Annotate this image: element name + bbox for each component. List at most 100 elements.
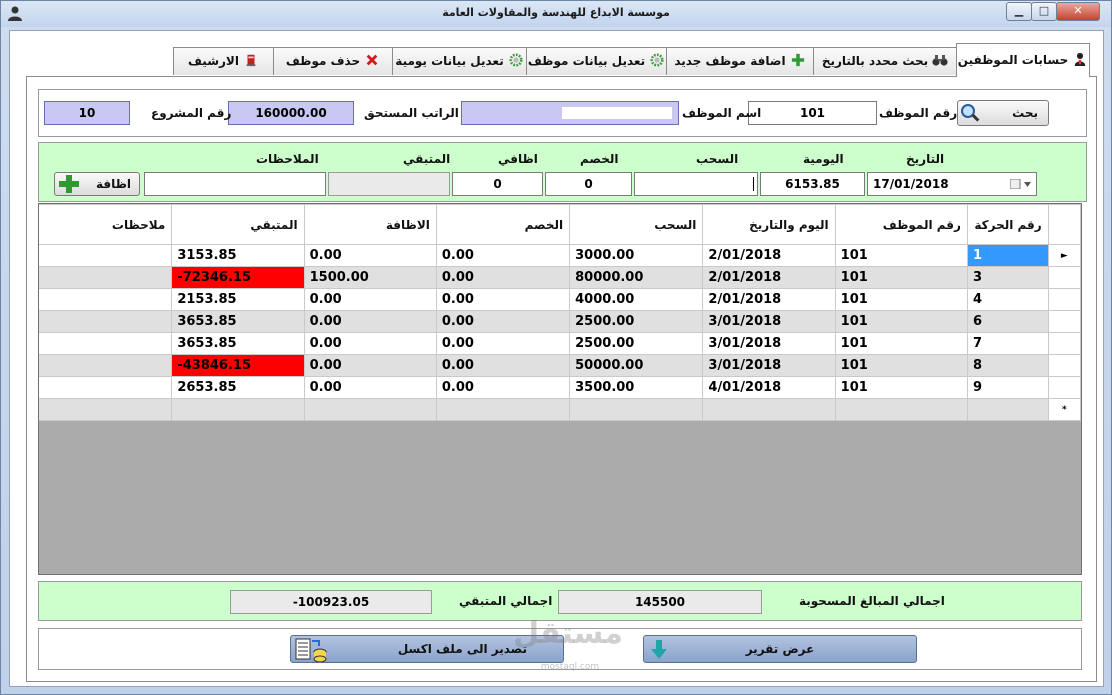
- grid-cell[interactable]: [39, 332, 173, 355]
- grid-cell[interactable]: 2/01/2018: [702, 266, 836, 289]
- discount-field[interactable]: 0: [545, 172, 632, 196]
- grid-cell[interactable]: [39, 398, 173, 421]
- grid-cell[interactable]: [39, 354, 173, 377]
- employee-name-field[interactable]: [461, 101, 679, 125]
- column-header[interactable]: اليوم والتاريخ: [702, 204, 836, 245]
- tab-edit-employee[interactable]: تعديل بيانات موظف: [526, 47, 667, 75]
- tab-employee-accounts[interactable]: حسابات الموظفين: [956, 43, 1090, 77]
- grid-cell[interactable]: 0.00: [303, 332, 437, 355]
- grid-cell[interactable]: 2/01/2018: [702, 288, 836, 311]
- daily-field[interactable]: 6153.85: [760, 172, 865, 196]
- grid-cell[interactable]: 2/01/2018: [702, 244, 836, 267]
- grid-cell[interactable]: 3500.00: [569, 376, 704, 399]
- grid-cell[interactable]: [702, 398, 836, 421]
- grid-cell[interactable]: 4: [966, 288, 1049, 311]
- grid-cell[interactable]: 0.00: [303, 354, 437, 377]
- table-row[interactable]: 9 101 4/01/2018 3500.00 0.00 0.00 2653.85: [39, 376, 1081, 399]
- new-row-marker[interactable]: *: [1047, 398, 1081, 421]
- table-row[interactable]: 3 101 2/01/2018 80000.00 0.00 1500.00 -72346.1…: [39, 266, 1081, 289]
- tab-delete-employee[interactable]: حذف موظف: [273, 47, 393, 75]
- column-header[interactable]: رقم الحركة: [966, 204, 1049, 245]
- grid-cell[interactable]: [834, 398, 968, 421]
- grid-cell[interactable]: [569, 398, 704, 421]
- grid-corner-cell[interactable]: [1047, 204, 1081, 245]
- grid-cell[interactable]: 1500.00: [303, 266, 437, 289]
- grid-cell[interactable]: 0.00: [303, 288, 437, 311]
- title-bar[interactable]: موسسة الابداع للهندسة والمقاولات العامة …: [1, 1, 1111, 27]
- grid-cell[interactable]: 3/01/2018: [702, 354, 836, 377]
- grid-cell[interactable]: 7: [966, 332, 1049, 355]
- maximize-button[interactable]: □: [1031, 2, 1057, 21]
- table-row[interactable]: 6 101 3/01/2018 2500.00 0.00 0.00 3653.85: [39, 310, 1081, 333]
- grid-cell[interactable]: [39, 310, 173, 333]
- column-header[interactable]: الخصم: [435, 204, 571, 245]
- grid-cell[interactable]: 101: [834, 376, 968, 399]
- grid-cell[interactable]: [39, 266, 173, 289]
- export-excel-button[interactable]: تصدير الى ملف اكسل: [290, 635, 564, 663]
- grid-cell[interactable]: 0.00: [303, 310, 437, 333]
- grid-cell[interactable]: 2153.85: [171, 288, 305, 311]
- add-entry-button[interactable]: اظافة: [54, 172, 140, 196]
- grid-cell[interactable]: 0.00: [435, 332, 571, 355]
- table-row[interactable]: 7 101 3/01/2018 2500.00 0.00 0.00 3653.85: [39, 332, 1081, 355]
- row-header-cell[interactable]: [1047, 354, 1081, 377]
- tab-add-employee[interactable]: اضافة موظف جديد: [666, 47, 814, 75]
- grid-cell[interactable]: [39, 288, 173, 311]
- grid-cell[interactable]: 0.00: [435, 288, 571, 311]
- grid-cell[interactable]: [39, 376, 173, 399]
- column-header[interactable]: ملاحظات: [39, 204, 173, 245]
- new-row[interactable]: *: [39, 398, 1081, 421]
- grid-cell[interactable]: 3: [966, 266, 1049, 289]
- tab-search-by-date[interactable]: بحث محدد بالتاريخ: [813, 47, 957, 75]
- grid-cell[interactable]: 101: [834, 266, 968, 289]
- grid-cell[interactable]: 101: [834, 354, 968, 377]
- close-button[interactable]: ✕: [1056, 2, 1100, 21]
- extra-field[interactable]: 0: [452, 172, 543, 196]
- grid-cell[interactable]: 4/01/2018: [702, 376, 836, 399]
- grid-cell[interactable]: 3/01/2018: [702, 332, 836, 355]
- grid-cell[interactable]: 3653.85: [171, 310, 305, 333]
- column-header[interactable]: الاظافة: [303, 204, 437, 245]
- grid-cell[interactable]: 0.00: [435, 244, 571, 267]
- grid-cell[interactable]: [171, 398, 305, 421]
- grid-cell[interactable]: -43846.15: [171, 354, 305, 377]
- notes-field[interactable]: [144, 172, 326, 196]
- grid-cell[interactable]: 3653.85: [171, 332, 305, 355]
- table-row[interactable]: ► 1 101 2/01/2018 3000.00 0.00 0.00 3153.85: [39, 244, 1081, 267]
- grid-cell[interactable]: 6: [966, 310, 1049, 333]
- column-header[interactable]: المتبقي: [171, 204, 305, 245]
- tab-archive[interactable]: الارشيف: [173, 47, 274, 75]
- search-button[interactable]: بحث: [957, 100, 1049, 126]
- row-header-cell[interactable]: [1047, 332, 1081, 355]
- grid-cell[interactable]: 0.00: [435, 354, 571, 377]
- grid-cell[interactable]: 3000.00: [569, 244, 704, 267]
- row-header-cell[interactable]: [1047, 288, 1081, 311]
- grid-cell[interactable]: 0.00: [303, 376, 437, 399]
- row-header-cell[interactable]: ►: [1047, 244, 1081, 267]
- grid-cell[interactable]: [39, 244, 173, 267]
- grid-cell[interactable]: 101: [834, 332, 968, 355]
- grid-cell[interactable]: 101: [834, 288, 968, 311]
- grid-cell[interactable]: 2500.00: [569, 310, 704, 333]
- table-row[interactable]: 8 101 3/01/2018 50000.00 0.00 0.00 -43846.15: [39, 354, 1081, 377]
- column-header[interactable]: السحب: [569, 204, 704, 245]
- grid-cell[interactable]: 101: [834, 244, 968, 267]
- grid-cell[interactable]: 1: [966, 244, 1049, 267]
- grid-cell[interactable]: 2653.85: [171, 376, 305, 399]
- grid-cell[interactable]: 0.00: [435, 266, 571, 289]
- table-row[interactable]: 4 101 2/01/2018 4000.00 0.00 0.00 2153.85: [39, 288, 1081, 311]
- tab-edit-daily-data[interactable]: تعديل بيانات يومية: [392, 47, 527, 75]
- grid-cell[interactable]: 50000.00: [569, 354, 704, 377]
- transactions-grid[interactable]: رقم الحركة رقم الموظف اليوم والتاريخ الس…: [38, 203, 1082, 575]
- calendar-dropdown-icon[interactable]: [1010, 179, 1032, 189]
- grid-cell[interactable]: 4000.00: [569, 288, 704, 311]
- column-header[interactable]: رقم الموظف: [834, 204, 968, 245]
- grid-cell[interactable]: [435, 398, 571, 421]
- grid-cell[interactable]: 2500.00: [569, 332, 704, 355]
- grid-cell[interactable]: 0.00: [435, 310, 571, 333]
- grid-cell[interactable]: [966, 398, 1049, 421]
- row-header-cell[interactable]: [1047, 266, 1081, 289]
- date-picker[interactable]: 17/01/2018: [867, 172, 1037, 196]
- row-header-cell[interactable]: [1047, 310, 1081, 333]
- minimize-button[interactable]: ▁: [1006, 2, 1032, 21]
